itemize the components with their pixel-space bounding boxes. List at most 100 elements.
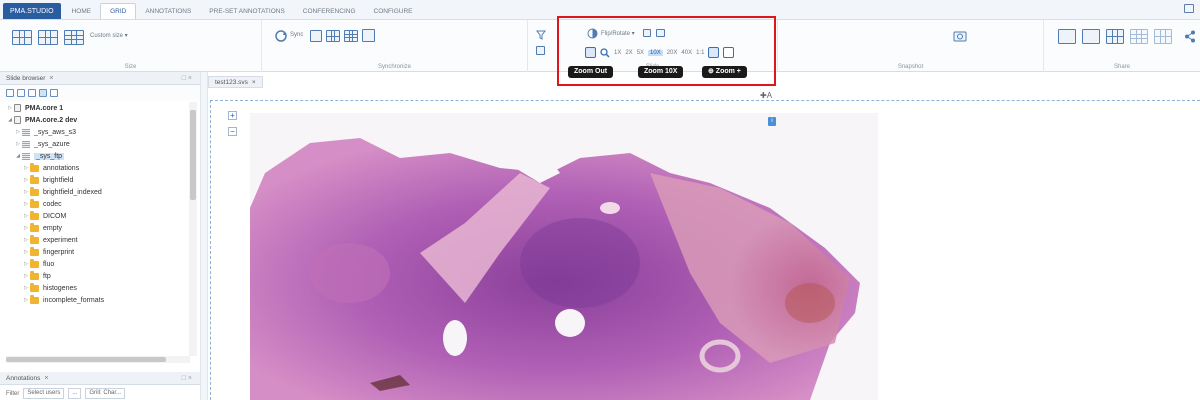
search-icon[interactable] — [50, 89, 58, 97]
share-grid-icon[interactable] — [1106, 29, 1124, 44]
tree-item[interactable]: ▷ PMA.core 1 — [0, 102, 190, 114]
sync-all-icon[interactable] — [344, 30, 358, 42]
folder-icon — [30, 295, 39, 304]
panel-splitter[interactable] — [200, 72, 208, 400]
tree-item[interactable]: ▷ fingerprint — [0, 246, 190, 258]
tree-item[interactable]: ▷ empty — [0, 222, 190, 234]
tab-grid[interactable]: GRID — [100, 3, 137, 19]
expand-arrow-icon[interactable]: ▷ — [22, 285, 30, 291]
expand-arrow-icon[interactable]: ▷ — [14, 129, 22, 135]
folder-icon — [30, 247, 39, 256]
slide-browser-header: Slide browser × □ × — [0, 72, 200, 85]
expand-arrow-icon[interactable]: ▷ — [22, 261, 30, 267]
tree-item[interactable]: ▷ fluo — [0, 258, 190, 270]
tree-item-label: brightfield — [43, 176, 74, 184]
expand-arrow-icon[interactable]: ▷ — [22, 201, 30, 207]
tree-item[interactable]: ▷ _sys_aws_s3 — [0, 126, 190, 138]
tree-scrollbar-horizontal[interactable] — [6, 356, 190, 363]
size-group: Custom size ▾ Size — [0, 20, 262, 72]
tab-home[interactable]: HOME — [63, 3, 101, 19]
layout-1x2-icon[interactable] — [12, 30, 32, 45]
share-image-icon[interactable] — [1058, 29, 1076, 44]
expand-arrow-icon[interactable]: ▷ — [22, 177, 30, 183]
grid-filter-dropdown[interactable]: Grill: Char... — [85, 388, 126, 399]
annotations-filter-row: Filter Select users ... Grill: Char... — [0, 387, 200, 400]
tree-item-label: DICOM — [43, 212, 67, 220]
panel-tools-icon[interactable]: □ × — [182, 75, 192, 82]
sync-external-icon[interactable] — [362, 29, 375, 42]
expand-arrow-icon[interactable]: ▷ — [22, 297, 30, 303]
share-link-icon[interactable] — [1082, 29, 1100, 44]
sync-icon[interactable] — [274, 29, 288, 43]
tree-item[interactable]: ◢ _sys_ftp — [0, 150, 190, 162]
folder-icon — [30, 283, 39, 292]
folder-icon — [30, 199, 39, 208]
tree-item[interactable]: ▷ _sys_azure — [0, 138, 190, 150]
expand-arrow-icon[interactable]: ▷ — [6, 105, 14, 111]
tree-item[interactable]: ▷ experiment — [0, 234, 190, 246]
viewer-tab[interactable]: test123.svs × — [208, 76, 263, 88]
tree-item[interactable]: ▷ ftp — [0, 270, 190, 282]
filter-icon[interactable] — [536, 30, 546, 40]
close-icon[interactable]: × — [252, 79, 256, 86]
sync-label[interactable]: Sync — [290, 32, 303, 38]
tree-item[interactable]: ▷ incomplete_formats — [0, 294, 190, 306]
filter-clear-button[interactable]: ... — [68, 388, 82, 399]
tab-configure[interactable]: CONFIGURE — [365, 3, 422, 19]
tab-conferencing[interactable]: CONFERENCING — [294, 3, 365, 19]
tree-item-label: brightfield_indexed — [43, 188, 102, 196]
viewer-zoom-in-button[interactable]: + — [228, 111, 237, 120]
tree-view-icon[interactable] — [6, 89, 14, 97]
info-icon[interactable]: i — [768, 117, 776, 126]
tab-annotations[interactable]: ANNOTATIONS — [136, 3, 200, 19]
tree-item[interactable]: ▷ codec — [0, 198, 190, 210]
tissue-slide-image[interactable] — [250, 113, 878, 400]
expand-arrow-icon[interactable]: ◢ — [6, 117, 14, 123]
tree-item[interactable]: ▷ brightfield — [0, 174, 190, 186]
tree-item-label: _sys_aws_s3 — [34, 128, 77, 136]
tree-item[interactable]: ▷ brightfield_indexed — [0, 186, 190, 198]
link-icon[interactable] — [28, 89, 36, 97]
layout-3x3-icon[interactable] — [64, 30, 84, 45]
tab-preset-annotations[interactable]: PRE-SET ANNOTATIONS — [200, 3, 293, 19]
expand-arrow-icon[interactable]: ▷ — [22, 273, 30, 279]
slide-info-icon[interactable] — [536, 46, 545, 55]
tree-item-label: PMA.core 1 — [25, 104, 64, 112]
refresh-icon[interactable] — [17, 89, 25, 97]
db-icon — [22, 128, 30, 136]
custom-size-dropdown[interactable]: Custom size ▾ — [90, 32, 128, 39]
tree-scrollbar-vertical[interactable] — [189, 102, 197, 356]
tree-item[interactable]: ▷ annotations — [0, 162, 190, 174]
tree-item[interactable]: ◢ PMA.core.2 dev — [0, 114, 190, 126]
expand-arrow-icon[interactable]: ▷ — [22, 213, 30, 219]
tree-item-label: _sys_azure — [34, 140, 70, 148]
slide-browser-toolbar — [0, 85, 200, 101]
tree-item[interactable]: ▷ histogenes — [0, 282, 190, 294]
viewer-zoom-out-button[interactable]: − — [228, 127, 237, 136]
expand-arrow-icon[interactable]: ◢ — [14, 153, 22, 159]
window-icon[interactable] — [1184, 4, 1194, 13]
select-users-input[interactable]: Select users — [23, 388, 65, 399]
close-icon[interactable]: × — [44, 375, 48, 382]
tree-item[interactable]: ▷ DICOM — [0, 210, 190, 222]
thumbnail-view-icon[interactable] — [39, 89, 47, 97]
close-icon[interactable]: × — [49, 75, 53, 82]
expand-arrow-icon[interactable]: ▷ — [22, 249, 30, 255]
layout-2x2-icon[interactable] — [38, 30, 58, 45]
app-tab[interactable]: PMA.STUDIO — [3, 3, 61, 19]
expand-arrow-icon[interactable]: ▷ — [22, 225, 30, 231]
share-layout-icon[interactable] — [1130, 29, 1148, 44]
sync-grid-icon[interactable] — [326, 30, 340, 42]
share-tile-icon[interactable] — [1154, 29, 1172, 44]
expand-arrow-icon[interactable]: ▷ — [22, 189, 30, 195]
expand-arrow-icon[interactable]: ▷ — [14, 141, 22, 147]
zoom-highlight-box — [557, 16, 776, 86]
tree-item-label: experiment — [43, 236, 78, 244]
expand-arrow-icon[interactable]: ▷ — [22, 237, 30, 243]
panel-tools-icon[interactable]: □ × — [182, 375, 192, 382]
camera-icon[interactable] — [953, 30, 967, 42]
add-viewer-icon[interactable]: ✚A — [760, 91, 772, 100]
share-icon[interactable] — [1184, 30, 1196, 43]
sync-pan-icon[interactable] — [310, 30, 322, 42]
expand-arrow-icon[interactable]: ▷ — [22, 165, 30, 171]
